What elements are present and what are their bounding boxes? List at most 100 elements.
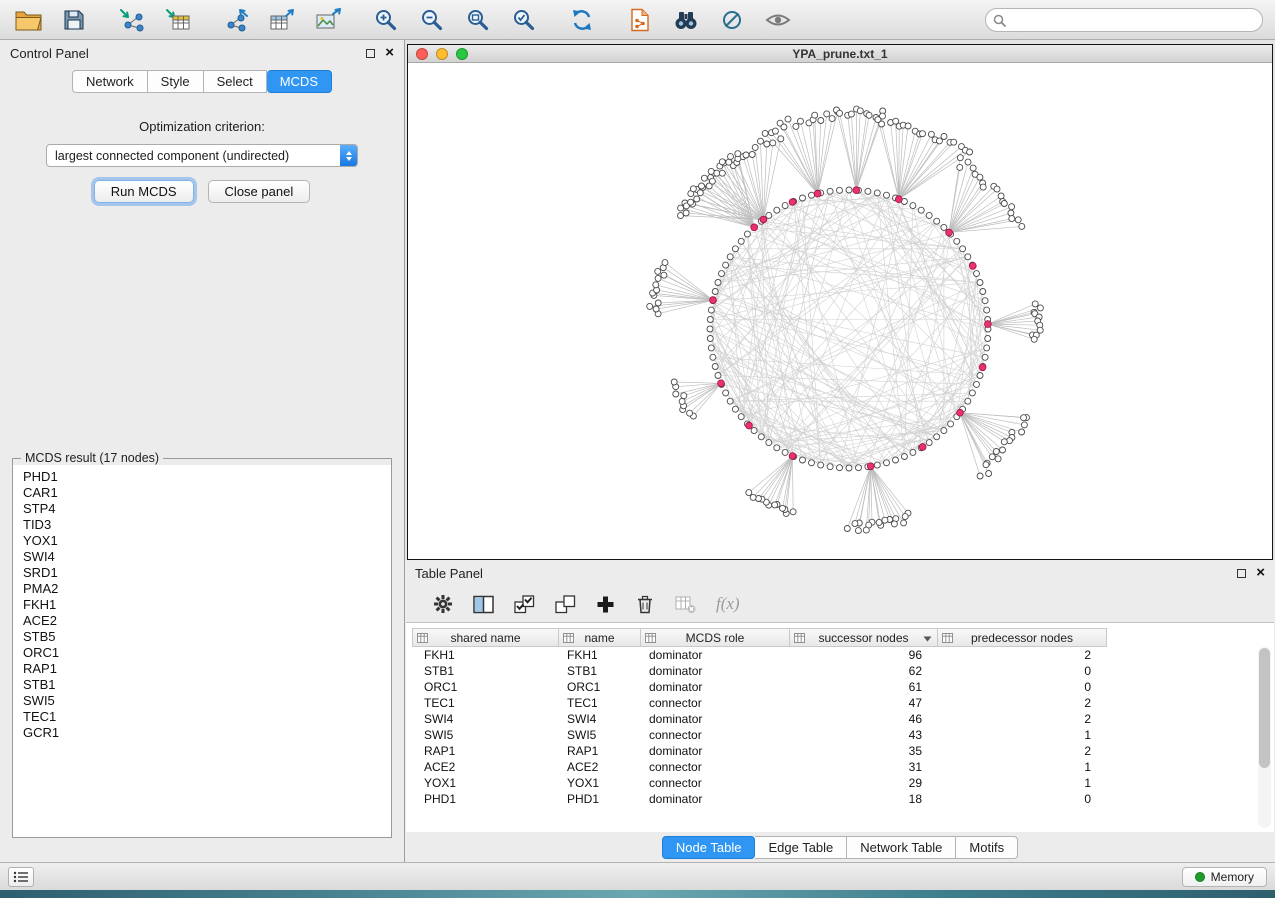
window-close-icon[interactable] bbox=[416, 48, 428, 60]
unselect-all-button[interactable] bbox=[555, 595, 576, 614]
column-header-MCDS-role[interactable]: MCDS role bbox=[641, 628, 790, 647]
selected-criterion: largest connected component (undirected) bbox=[55, 149, 340, 163]
import-table-button[interactable] bbox=[162, 5, 194, 35]
window-minimize-icon[interactable] bbox=[436, 48, 448, 60]
mcds-result-item[interactable]: TEC1 bbox=[23, 709, 391, 725]
optimization-criterion-select[interactable]: largest connected component (undirected) bbox=[46, 144, 358, 167]
mcds-result-item[interactable]: TID3 bbox=[23, 517, 391, 533]
table-cell: RAP1 bbox=[559, 743, 641, 759]
table-row[interactable]: TEC1TEC1connector472 bbox=[412, 695, 1274, 711]
float-table-panel-button[interactable] bbox=[1237, 566, 1246, 581]
mcds-result-item[interactable]: FKH1 bbox=[23, 597, 391, 613]
tab-mcds[interactable]: MCDS bbox=[267, 70, 332, 93]
zoom-in-button[interactable] bbox=[370, 5, 402, 35]
network-canvas[interactable] bbox=[408, 63, 1272, 559]
toggle-graphics-details-button[interactable] bbox=[716, 5, 748, 35]
share-document-button[interactable] bbox=[624, 5, 656, 35]
table-row[interactable]: ORC1ORC1dominator610 bbox=[412, 679, 1274, 695]
status-bar: Memory bbox=[0, 862, 1275, 890]
float-control-panel-button[interactable] bbox=[366, 46, 375, 61]
mcds-result-item[interactable]: GCR1 bbox=[23, 725, 391, 741]
table-row[interactable]: STB1STB1dominator620 bbox=[412, 663, 1274, 679]
mcds-result-item[interactable]: ORC1 bbox=[23, 645, 391, 661]
table-cell: dominator bbox=[641, 711, 790, 727]
mcds-result-item[interactable]: STB1 bbox=[23, 677, 391, 693]
tab-node-table[interactable]: Node Table bbox=[662, 836, 756, 859]
zoom-fit-button[interactable] bbox=[462, 5, 494, 35]
table-panel: Table Panel × bbox=[405, 560, 1275, 862]
mcds-result-item[interactable]: STB5 bbox=[23, 629, 391, 645]
table-cell: ORC1 bbox=[412, 679, 559, 695]
table-row[interactable]: SWI5SWI5connector431 bbox=[412, 727, 1274, 743]
close-control-panel-button[interactable]: × bbox=[385, 47, 394, 59]
mcds-result-item[interactable]: RAP1 bbox=[23, 661, 391, 677]
table-cell: SWI4 bbox=[412, 711, 559, 727]
mcds-result-item[interactable]: CAR1 bbox=[23, 485, 391, 501]
open-session-button[interactable] bbox=[12, 5, 44, 35]
close-panel-button[interactable]: Close panel bbox=[208, 180, 311, 203]
select-stepper-icon bbox=[340, 145, 357, 166]
create-column-button[interactable] bbox=[596, 595, 615, 614]
task-history-button[interactable] bbox=[8, 867, 34, 887]
mcds-result-item[interactable]: ACE2 bbox=[23, 613, 391, 629]
tab-select[interactable]: Select bbox=[204, 70, 267, 93]
table-row[interactable]: ACE2ACE2connector311 bbox=[412, 759, 1274, 775]
add-icon bbox=[596, 595, 615, 614]
close-table-panel-button[interactable]: × bbox=[1256, 567, 1265, 579]
table-row[interactable]: FKH1FKH1dominator962 bbox=[412, 647, 1274, 663]
sort-descending-icon bbox=[923, 636, 932, 642]
export-image-button[interactable] bbox=[312, 5, 344, 35]
mcds-result-item[interactable]: STP4 bbox=[23, 501, 391, 517]
mcds-result-item[interactable]: SRD1 bbox=[23, 565, 391, 581]
search-input[interactable] bbox=[985, 8, 1263, 32]
tab-network-table[interactable]: Network Table bbox=[847, 836, 956, 859]
mcds-result-item[interactable]: SWI5 bbox=[23, 693, 391, 709]
table-row[interactable]: RAP1RAP1dominator352 bbox=[412, 743, 1274, 759]
export-table-button[interactable] bbox=[266, 5, 298, 35]
mcds-result-item[interactable]: YOX1 bbox=[23, 533, 391, 549]
table-row[interactable]: SWI4SWI4dominator462 bbox=[412, 711, 1274, 727]
select-all-button[interactable] bbox=[514, 595, 535, 614]
scrollbar-thumb[interactable] bbox=[1259, 648, 1270, 768]
table-row[interactable]: PHD1PHD1dominator180 bbox=[412, 791, 1274, 807]
memory-button[interactable]: Memory bbox=[1182, 867, 1267, 887]
columns-icon bbox=[473, 595, 494, 614]
memory-label: Memory bbox=[1211, 870, 1254, 884]
table-cell: 1 bbox=[938, 727, 1107, 743]
export-network-icon bbox=[223, 8, 249, 32]
table-scrollbar[interactable] bbox=[1258, 647, 1271, 828]
show-columns-button[interactable] bbox=[473, 595, 494, 614]
tab-network[interactable]: Network bbox=[72, 70, 148, 93]
table-cell: FKH1 bbox=[412, 647, 559, 663]
show-hide-panel-button[interactable] bbox=[762, 5, 794, 35]
session-group bbox=[12, 5, 90, 35]
tab-edge-table[interactable]: Edge Table bbox=[755, 836, 847, 859]
import-network-button[interactable] bbox=[116, 5, 148, 35]
mcds-result-list: PHD1CAR1STP4TID3YOX1SWI4SRD1PMA2FKH1ACE2… bbox=[13, 465, 391, 837]
network-window-titlebar[interactable]: YPA_prune.txt_1 bbox=[408, 45, 1272, 63]
mcds-result-item[interactable]: SWI4 bbox=[23, 549, 391, 565]
run-mcds-button[interactable]: Run MCDS bbox=[94, 180, 194, 203]
zoom-selected-button[interactable] bbox=[508, 5, 540, 35]
column-header-successor-nodes[interactable]: successor nodes bbox=[790, 628, 938, 647]
function-builder-button[interactable]: f(x) bbox=[716, 594, 740, 614]
mcds-result-item[interactable]: PHD1 bbox=[23, 469, 391, 485]
zoom-out-button[interactable] bbox=[416, 5, 448, 35]
delete-table-button[interactable] bbox=[675, 595, 696, 614]
mcds-result-item[interactable]: PMA2 bbox=[23, 581, 391, 597]
tab-style[interactable]: Style bbox=[148, 70, 204, 93]
window-maximize-icon[interactable] bbox=[456, 48, 468, 60]
tab-motifs[interactable]: Motifs bbox=[956, 836, 1018, 859]
export-network-button[interactable] bbox=[220, 5, 252, 35]
delete-column-button[interactable] bbox=[635, 594, 655, 614]
table-row[interactable]: YOX1YOX1connector291 bbox=[412, 775, 1274, 791]
save-session-button[interactable] bbox=[58, 5, 90, 35]
find-button[interactable] bbox=[670, 5, 702, 35]
refresh-button[interactable] bbox=[566, 5, 598, 35]
column-header-predecessor-nodes[interactable]: predecessor nodes bbox=[938, 628, 1107, 647]
column-header-name[interactable]: name bbox=[559, 628, 641, 647]
table-settings-button[interactable] bbox=[433, 594, 453, 614]
column-header-shared-name[interactable]: shared name bbox=[412, 628, 559, 647]
column-grid-icon bbox=[794, 633, 805, 643]
table-cell: 18 bbox=[790, 791, 938, 807]
